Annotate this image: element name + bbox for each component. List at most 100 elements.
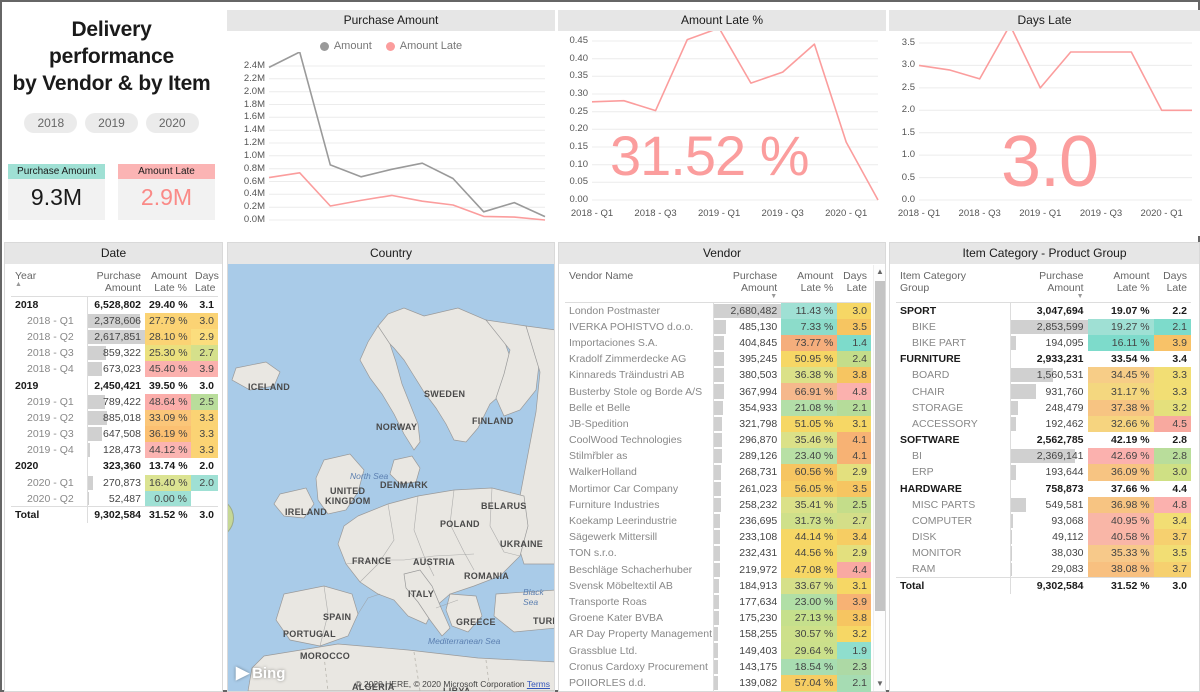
- cell-days-late: 4.8: [1153, 496, 1191, 513]
- chart-days-late[interactable]: Days Late 0.0 0.5 1.0 1.5 2.0 2.5 3.0 3.5 2018 -…: [889, 10, 1200, 236]
- table-row[interactable]: TON s.r.o. 232,431 44.56 % 2.9: [565, 545, 871, 562]
- scroll-up-icon[interactable]: ▲: [874, 265, 886, 279]
- table-row[interactable]: Furniture Industries 258,232 35.41 % 2.5: [565, 496, 871, 513]
- map-country[interactable]: Country ICELAND SWEDEN FINLAND NORWAY DENMAR…: [227, 242, 555, 692]
- table-row[interactable]: London Postmaster 2,680,482 11.43 % 3.0: [565, 302, 871, 319]
- table-row[interactable]: WalkerHolland 268,731 60.56 % 2.9: [565, 464, 871, 481]
- table-row[interactable]: 2020 323,360 13.74 % 2.0: [11, 458, 218, 475]
- table-row[interactable]: Sägewerk Mittersill 233,108 44.14 % 3.4: [565, 529, 871, 546]
- chart-purchase-amount[interactable]: Purchase Amount Amount Amount Late 0.0M 0…: [227, 10, 555, 236]
- year-chip-2019[interactable]: 2019: [85, 113, 138, 133]
- table-row[interactable]: BIKE PART 194,095 16.11 % 3.9: [896, 334, 1191, 352]
- table-row[interactable]: Kradolf Zimmerdecke AG 395,245 50.95 % 2.4: [565, 351, 871, 368]
- table-row[interactable]: 2019 - Q4 128,473 44.12 % 3.3: [11, 442, 218, 459]
- table-row[interactable]: DISK 49,112 40.58 % 3.7: [896, 529, 1191, 546]
- kpi-amount-late[interactable]: Amount Late 2.9M: [118, 164, 215, 220]
- table-total-row: Total 9,302,584 31.52 % 3.0: [11, 506, 218, 524]
- cell-days-late: 1.9: [837, 642, 871, 659]
- table-row[interactable]: 2018 - Q2 2,617,851 28.10 % 2.9: [11, 328, 218, 346]
- col-header-year[interactable]: Year ▲: [11, 264, 87, 297]
- table-row[interactable]: RAM 29,083 38.08 % 3.7: [896, 561, 1191, 578]
- year-chip-2020[interactable]: 2020: [145, 113, 199, 133]
- col-header-days-late[interactable]: Days Late: [191, 264, 219, 297]
- col-header-vendor-name[interactable]: Vendor Name: [565, 264, 714, 303]
- table-row[interactable]: Belle et Belle 354,933 21.08 % 2.1: [565, 399, 871, 416]
- table-row[interactable]: AR Day Property Management 158,255 30.57 %…: [565, 626, 871, 643]
- col-header-days-late[interactable]: Days Late: [837, 264, 871, 303]
- cell-days-late: 3.4: [1153, 512, 1191, 530]
- scrollbar-thumb[interactable]: [875, 281, 885, 611]
- table-row[interactable]: FURNITURE 2,933,231 33.54 % 3.4: [896, 351, 1191, 368]
- table-row[interactable]: MISC PARTS 549,581 36.98 % 4.8: [896, 496, 1191, 513]
- table-row[interactable]: 2018 - Q4 673,023 45.40 % 3.9: [11, 361, 218, 378]
- table-row[interactable]: 2018 6,528,802 29.40 % 3.1: [11, 296, 218, 313]
- col-header-amount-late-pct[interactable]: Amount Late %: [1087, 264, 1154, 303]
- cell-amount-late-pct: 33.09 %: [145, 409, 191, 426]
- cell-amount-late-pct: 42.19 %: [1111, 434, 1150, 447]
- col-header-purchase-amount[interactable]: Purchase Amount ▼: [1010, 264, 1088, 303]
- table-row[interactable]: Cronus Cardoxy Procurement 143,175 18.54 %…: [565, 658, 871, 675]
- chart-amount-late-pct[interactable]: Amount Late % 0.00 0.05 0.10 0.15 0.20 0.25 0.…: [558, 10, 886, 236]
- table-row[interactable]: MONITOR 38,030 35.33 % 3.5: [896, 545, 1191, 562]
- kpi-purchase-amount[interactable]: Purchase Amount 9.3M: [8, 164, 105, 220]
- table-row[interactable]: 2020 - Q1 270,873 16.40 % 2.0: [11, 474, 218, 491]
- table-date[interactable]: Date Year ▲ Purchase Amount Amount Late % Days…: [4, 242, 223, 692]
- legend-item-amount-late[interactable]: Amount Late: [385, 40, 462, 52]
- table-row[interactable]: HARDWARE 758,873 37.66 % 4.4: [896, 480, 1191, 497]
- table-row[interactable]: BOARD 1,560,531 34.45 % 3.3: [896, 367, 1191, 384]
- table-item-category[interactable]: Item Category - Product Group Item Categ…: [889, 242, 1200, 692]
- col-header-amount-late-pct[interactable]: Amount Late %: [781, 264, 838, 303]
- table-row[interactable]: SPORT 3,047,694 19.07 % 2.2: [896, 302, 1191, 319]
- table-row[interactable]: Koekamp Leerindustrie 236,695 31.73 % 2.7: [565, 512, 871, 530]
- table-row[interactable]: POIIORLES d.d. 139,082 57.04 % 2.1: [565, 674, 871, 691]
- table-row[interactable]: BIKE 2,853,599 19.27 % 2.1: [896, 318, 1191, 335]
- col-header-purchase-amount[interactable]: Purchase Amount: [87, 264, 145, 297]
- table-row[interactable]: 2019 - Q1 789,422 48.64 % 2.5: [11, 393, 218, 410]
- table-row[interactable]: 2018 - Q1 2,378,606 27.79 % 3.0: [11, 312, 218, 329]
- x-axis-tick-label: 2019 - Q1: [1019, 208, 1062, 219]
- table-date-body: Year ▲ Purchase Amount Amount Late % Days Late 2…: [5, 264, 222, 524]
- table-row[interactable]: Busterby Stole og Borde A/S 367,994 66.91 …: [565, 383, 871, 400]
- map-terms-link[interactable]: Terms: [527, 679, 550, 689]
- table-row[interactable]: 2019 - Q3 647,508 36.19 % 3.3: [11, 426, 218, 443]
- scroll-down-icon[interactable]: ▼: [874, 677, 886, 691]
- table-row[interactable]: ERP 193,644 36.09 % 3.0: [896, 464, 1191, 481]
- table-row[interactable]: Groene Kater BVBA 175,230 27.13 % 3.8: [565, 610, 871, 627]
- table-row[interactable]: STORAGE 248,479 37.38 % 3.2: [896, 399, 1191, 416]
- table-vendor[interactable]: Vendor Vendor Name Purchase Amount ▼ Amount L…: [558, 242, 886, 692]
- col-header-item-category-group[interactable]: Item Category Group: [896, 264, 1011, 303]
- item-category-matrix[interactable]: Item Category Group Purchase Amount ▼ Amount L…: [896, 264, 1191, 594]
- table-row[interactable]: Svensk Möbeltextil AB 184,913 33.67 % 3.1: [565, 577, 871, 594]
- bing-logo[interactable]: ▶ Bing: [236, 663, 285, 683]
- row-label: BIKE: [912, 320, 936, 333]
- col-header-purchase-amount[interactable]: Purchase Amount ▼: [713, 264, 782, 303]
- table-row[interactable]: BI 2,369,141 42.69 % 2.8: [896, 448, 1191, 465]
- table-row[interactable]: IVERKA POHISTVO d.o.o. 485,130 7.33 % 3.5: [565, 318, 871, 335]
- table-row[interactable]: 2019 - Q2 885,018 33.09 % 3.3: [11, 409, 218, 426]
- vendor-vertical-scrollbar[interactable]: ▲ ▼: [873, 265, 885, 691]
- table-row[interactable]: CoolWood Technologies 296,870 35.46 % 4.1: [565, 432, 871, 449]
- table-row[interactable]: 2018 - Q3 859,322 25.30 % 2.7: [11, 345, 218, 362]
- table-row[interactable]: Transporte Roas 177,634 23.00 % 3.9: [565, 593, 871, 611]
- table-row[interactable]: Importaciones S.A. 404,845 73.77 % 1.4: [565, 334, 871, 352]
- table-row[interactable]: Beschläge Schacherhuber 219,972 47.08 % 4.4: [565, 561, 871, 578]
- table-row[interactable]: Kinnareds Träindustri AB 380,503 36.38 % 3.…: [565, 367, 871, 384]
- table-row[interactable]: SOFTWARE 2,562,785 42.19 % 2.8: [896, 432, 1191, 449]
- date-matrix[interactable]: Year ▲ Purchase Amount Amount Late % Days Late 2…: [11, 264, 219, 524]
- table-row[interactable]: JB-Spedition 321,798 51.05 % 3.1: [565, 415, 871, 432]
- col-header-days-late[interactable]: Days Late: [1153, 264, 1191, 303]
- table-row[interactable]: Stilmřbler as 289,126 23.40 % 4.1: [565, 448, 871, 465]
- table-row[interactable]: Mortimor Car Company 261,023 56.05 % 3.5: [565, 480, 871, 497]
- year-chip-2018[interactable]: 2018: [24, 113, 78, 133]
- vendor-matrix[interactable]: Vendor Name Purchase Amount ▼ Amount Late % Da…: [565, 264, 871, 692]
- table-row[interactable]: COMPUTER 93,068 40.95 % 3.4: [896, 512, 1191, 530]
- table-row[interactable]: 2020 - Q2 52,487 0.00 %: [11, 490, 218, 507]
- col-header-amount-late-pct[interactable]: Amount Late %: [145, 264, 191, 297]
- table-row[interactable]: CHAIR 931,760 31.17 % 3.3: [896, 383, 1191, 400]
- table-row[interactable]: ACCESSORY 192,462 32.66 % 4.5: [896, 415, 1191, 432]
- map-canvas[interactable]: ICELAND SWEDEN FINLAND NORWAY DENMARK UNITED K…: [228, 264, 554, 691]
- legend-dot-icon: [385, 41, 395, 51]
- table-row[interactable]: Grassblue Ltd. 149,403 29.64 % 1.9: [565, 642, 871, 659]
- legend-item-amount[interactable]: Amount: [319, 40, 372, 52]
- table-row[interactable]: 2019 2,450,421 39.50 % 3.0: [11, 377, 218, 394]
